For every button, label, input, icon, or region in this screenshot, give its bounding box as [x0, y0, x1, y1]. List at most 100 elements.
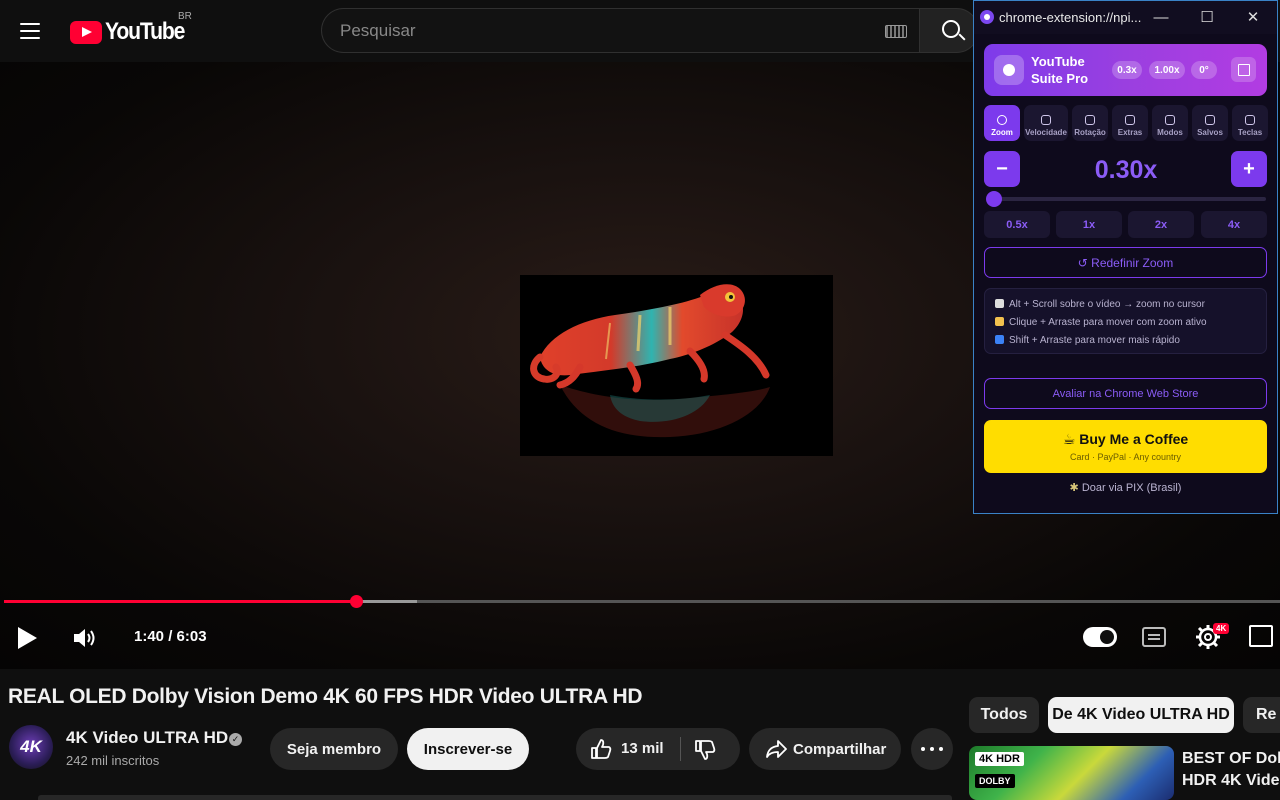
minimize-icon[interactable]: —	[1150, 7, 1172, 29]
share-button[interactable]: Compartilhar	[749, 728, 901, 770]
tab-label: Rotação	[1074, 128, 1106, 137]
gear-icon	[1125, 115, 1135, 125]
chameleon-video-image	[520, 275, 833, 456]
volume-icon[interactable]	[72, 626, 98, 650]
share-arrow-icon	[766, 740, 787, 758]
tab-label: Salvos	[1197, 128, 1223, 137]
keyboard-icon[interactable]	[885, 25, 907, 38]
progress-played	[4, 600, 356, 603]
time-display: 1:40 / 6:03	[134, 628, 207, 645]
preset-0-5x-button[interactable]: 0.5x	[984, 211, 1050, 238]
hint-line: Clique + Arraste para mover com zoom ati…	[995, 314, 1256, 332]
magnifier-icon	[997, 115, 1007, 125]
autoplay-toggle[interactable]	[1083, 627, 1117, 647]
theater-mode-icon[interactable]	[1249, 625, 1273, 647]
tab-extras[interactable]: Extras	[1112, 105, 1148, 141]
zoom-slider-track[interactable]	[988, 197, 1266, 201]
recommendation-title-line1: BEST OF Dolby	[1182, 750, 1280, 767]
dislike-thumb-down-icon[interactable]	[694, 739, 716, 761]
hand-icon	[995, 317, 1004, 326]
chip-label: De 4K Video ULTRA HD	[1052, 706, 1230, 723]
brand-name-line1: YouTube	[1031, 54, 1085, 69]
recommendation-title[interactable]: BEST OF Dolby HDR 4K Video	[1182, 748, 1280, 792]
channel-name[interactable]: 4K Video ULTRA HD	[66, 728, 228, 748]
hint-text: Clique + Arraste para mover com zoom ati…	[1009, 317, 1207, 328]
chip-label: Todos	[980, 706, 1028, 723]
arrows-icon	[995, 335, 1004, 344]
preset-1x-button[interactable]: 1x	[1056, 211, 1122, 238]
thumbnail-4k-hdr-badge: 4K HDR	[975, 752, 1024, 766]
tab-rotacao[interactable]: Rotação	[1072, 105, 1108, 141]
rate-web-store-button[interactable]: Avaliar na Chrome Web Store	[984, 378, 1267, 409]
recommendation-thumbnail[interactable]: 4K HDR DOLBY	[969, 746, 1174, 800]
zoom-slider-thumb[interactable]	[986, 191, 1002, 207]
zoom-status-badge: 0.3x	[1112, 61, 1142, 79]
tab-salvos[interactable]: Salvos	[1192, 105, 1228, 141]
speedometer-icon	[1041, 115, 1051, 125]
speed-status-badge: 1.00x	[1149, 61, 1185, 79]
close-icon[interactable]: ✕	[1242, 7, 1264, 29]
brand-name: YouTube Suite Pro	[1031, 53, 1101, 87]
channel-avatar-text: 4K	[20, 737, 42, 756]
progress-scrubber[interactable]	[349, 595, 363, 608]
pix-donate-link[interactable]: ✱ Doar via PIX (Brasil)	[974, 481, 1277, 494]
tab-modos[interactable]: Modos	[1152, 105, 1188, 141]
description-box-edge	[38, 795, 952, 800]
chip-all[interactable]: Todos	[969, 697, 1039, 733]
subtitles-icon[interactable]	[1142, 627, 1166, 647]
zoom-out-button[interactable]: −	[984, 151, 1020, 187]
channel-avatar[interactable]: 4K	[9, 725, 53, 769]
open-external-icon[interactable]	[1231, 57, 1256, 82]
pix-icon: ✱	[1069, 482, 1082, 494]
youtube-play-logo-icon	[70, 20, 102, 44]
coffee-title-text: Buy Me a Coffee	[1079, 431, 1189, 447]
reset-zoom-button[interactable]: ↺ Redefinir Zoom	[984, 247, 1267, 278]
subscriber-count: 242 mil inscritos	[66, 753, 160, 768]
zoom-in-button[interactable]: +	[1231, 151, 1267, 187]
country-code: BR	[178, 11, 192, 22]
coffee-subtitle: Card · PayPal · Any country	[1069, 452, 1182, 462]
join-member-button[interactable]: Seja membro	[270, 728, 398, 770]
recommendation-title-line2: HDR 4K Video	[1182, 772, 1280, 789]
hint-line: Alt + Scroll sobre o vídeo → zoom no cur…	[995, 296, 1256, 314]
video-frame[interactable]	[520, 275, 833, 456]
tab-velocidade[interactable]: Velocidade	[1024, 105, 1068, 141]
tab-zoom[interactable]: Zoom	[984, 105, 1020, 141]
subscribe-button[interactable]: Inscrever-se	[407, 728, 529, 770]
popup-url: chrome-extension://npi...	[999, 10, 1142, 25]
extension-logo-icon	[994, 55, 1024, 85]
chip-label: Re	[1256, 706, 1277, 723]
tab-label: Velocidade	[1025, 128, 1067, 137]
chip-from-channel[interactable]: De 4K Video ULTRA HD	[1048, 697, 1234, 733]
like-thumb-up-icon[interactable]	[590, 738, 612, 760]
search-input[interactable]	[340, 21, 860, 41]
chip-related[interactable]: Re	[1243, 697, 1280, 733]
join-member-label: Seja membro	[286, 740, 382, 758]
play-icon[interactable]	[18, 627, 37, 649]
extension-favicon-icon	[980, 10, 994, 24]
subscribe-label: Inscrever-se	[423, 740, 513, 758]
brand-header-card: YouTube Suite Pro 0.3x 1.00x 0°	[984, 44, 1267, 96]
like-divider	[680, 737, 681, 761]
more-actions-button[interactable]	[911, 728, 953, 770]
maximize-icon[interactable]: ☐	[1196, 7, 1218, 29]
tab-label: Modos	[1157, 128, 1183, 137]
quality-badge: 4K	[1213, 623, 1230, 634]
search-button[interactable]	[919, 8, 979, 53]
preset-2x-button[interactable]: 2x	[1128, 211, 1194, 238]
zoom-value: 0.30x	[1094, 156, 1158, 184]
tab-label: Teclas	[1237, 128, 1263, 137]
keyboard-icon	[1245, 115, 1255, 125]
hamburger-menu-icon[interactable]	[14, 14, 48, 48]
buy-me-a-coffee-button[interactable]: ☕ Buy Me a Coffee Card · PayPal · Any co…	[984, 420, 1267, 473]
tab-label: Extras	[1117, 128, 1143, 137]
preset-4x-button[interactable]: 4x	[1201, 211, 1267, 238]
youtube-logo[interactable]: YouTube BR	[70, 11, 195, 46]
like-count[interactable]: 13 mil	[621, 740, 664, 757]
tab-teclas[interactable]: Teclas	[1232, 105, 1268, 141]
popup-titlebar[interactable]: chrome-extension://npi... — ☐ ✕	[974, 1, 1277, 34]
search-icon	[942, 20, 960, 38]
rotate-icon	[1085, 115, 1095, 125]
hint-text: Shift + Arraste para mover mais rápido	[1009, 335, 1180, 346]
verified-check-icon: ✓	[229, 733, 242, 746]
